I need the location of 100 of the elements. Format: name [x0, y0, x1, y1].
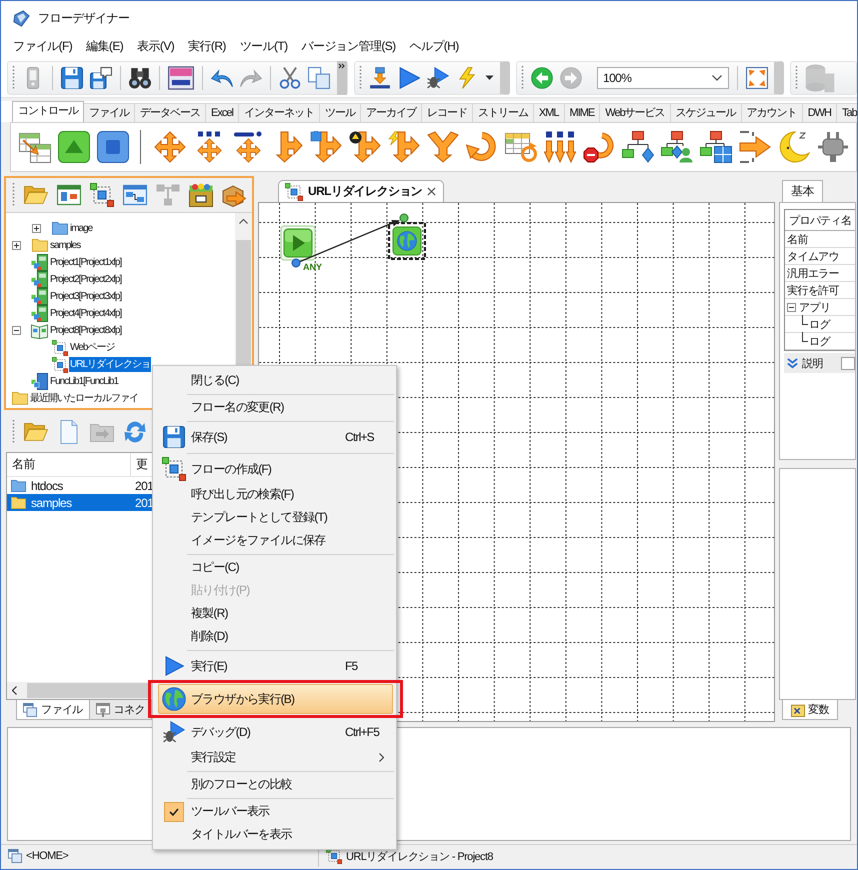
- open-folder-icon[interactable]: [24, 183, 48, 207]
- four-way-arrow-bar-icon[interactable]: [232, 131, 264, 163]
- table-loop-icon[interactable]: [505, 131, 537, 163]
- grip-icon[interactable]: [359, 66, 362, 90]
- description-field[interactable]: [841, 356, 855, 370]
- fit-screen-icon[interactable]: [746, 66, 768, 88]
- merge-arrow-icon[interactable]: [427, 131, 459, 163]
- palette-tab[interactable]: アーカイブ: [360, 103, 422, 122]
- collapse-icon[interactable]: [12, 326, 21, 335]
- flow-icon[interactable]: [90, 183, 114, 207]
- diagram-window-icon[interactable]: [123, 183, 147, 207]
- grip-icon[interactable]: [12, 183, 15, 207]
- tree-diagram-icon[interactable]: [622, 131, 654, 163]
- description-bar[interactable]: 説明: [784, 353, 855, 373]
- tree-item[interactable]: Project3[Project3xfp]: [49, 289, 122, 304]
- four-way-arrow-icon[interactable]: [154, 131, 186, 163]
- output-port-icon[interactable]: [292, 258, 300, 268]
- panel-layout-icon[interactable]: [57, 183, 81, 207]
- tree-user-icon[interactable]: [661, 131, 693, 163]
- palette-tab[interactable]: スケジュール: [670, 103, 742, 122]
- tree-item[interactable]: image: [69, 221, 94, 236]
- palette-tab[interactable]: アカウント: [740, 103, 803, 122]
- start-node[interactable]: [279, 224, 317, 262]
- grip-icon[interactable]: [795, 66, 798, 90]
- caret-icon[interactable]: [485, 74, 494, 80]
- tree-grid-icon[interactable]: [700, 131, 732, 163]
- menu-item[interactable]: 別のフローとの比較: [158, 773, 393, 796]
- tree-item[interactable]: Project1[Project1xfp]: [49, 255, 122, 270]
- undo-icon[interactable]: [211, 66, 233, 88]
- right-arrow-icon[interactable]: [739, 131, 771, 163]
- menu-bar-item[interactable]: ファイル(F): [6, 36, 80, 57]
- close-icon[interactable]: [427, 187, 436, 196]
- collapse-chevron-icon[interactable]: [787, 358, 798, 368]
- split-arrow-lightning-icon[interactable]: [388, 131, 420, 163]
- triple-down-arrow-icon[interactable]: [544, 131, 576, 163]
- menu-bar-item[interactable]: 実行(R): [181, 36, 233, 57]
- back-icon[interactable]: [531, 66, 553, 88]
- palette-tab[interactable]: ストリーム: [472, 103, 534, 122]
- split-arrow-triangle-icon[interactable]: [349, 131, 381, 163]
- moon-icon[interactable]: [778, 131, 810, 163]
- table-mapping-icon[interactable]: [19, 131, 51, 163]
- palette-tab[interactable]: ファイル: [83, 103, 135, 122]
- menu-bar-item[interactable]: バージョン管理(S): [294, 36, 403, 57]
- scissors-icon[interactable]: [279, 66, 301, 88]
- chest-icon[interactable]: [189, 183, 213, 207]
- globe-node[interactable]: [388, 222, 426, 260]
- stop-icon[interactable]: [97, 131, 129, 163]
- menu-bar-item[interactable]: 表示(V): [130, 36, 182, 57]
- box-export-icon[interactable]: [222, 183, 246, 207]
- save-icon[interactable]: [61, 66, 83, 88]
- palette-tab[interactable]: データベース: [134, 103, 206, 122]
- download-icon[interactable]: [369, 66, 391, 88]
- panel-tab[interactable]: 変数: [782, 700, 838, 720]
- menu-item[interactable]: タイトルバーを表示: [158, 823, 393, 846]
- tree-item[interactable]: URLリダイレクショ: [69, 357, 152, 372]
- tree-item[interactable]: FuncLib1[FuncLib1: [49, 374, 120, 389]
- split-arrow-tile-icon[interactable]: [310, 131, 342, 163]
- palette-tab[interactable]: Tab: [836, 103, 857, 122]
- palette-tab[interactable]: Excel: [205, 103, 239, 122]
- column-header[interactable]: 名前: [7, 453, 131, 476]
- open-folder-icon[interactable]: [24, 420, 48, 444]
- overflow-chevron-icon[interactable]: [337, 60, 347, 94]
- tree-item[interactable]: 最近開いたローカルファイ: [29, 391, 139, 406]
- editor-tab[interactable]: URLリダイレクション: [278, 180, 444, 202]
- expand-icon[interactable]: [32, 224, 41, 233]
- play-icon[interactable]: [398, 66, 420, 88]
- scroll-left-icon[interactable]: [12, 686, 17, 695]
- panel-tab[interactable]: 基本: [782, 180, 823, 202]
- collapse-icon[interactable]: [787, 302, 796, 312]
- palette-tab[interactable]: インターネット: [238, 103, 320, 122]
- menu-item[interactable]: 実行設定: [158, 746, 393, 769]
- menu-bar-item[interactable]: 編集(E): [79, 36, 130, 57]
- tree-item[interactable]: Project2[Project2xfp]: [49, 272, 122, 287]
- menu-bar-item[interactable]: ヘルプ(H): [402, 36, 466, 57]
- menu-bar-item[interactable]: ツール(T): [232, 36, 295, 57]
- palette-tab[interactable]: レコード: [420, 103, 473, 122]
- grip-icon[interactable]: [12, 66, 15, 90]
- palette-tab[interactable]: XML: [532, 103, 565, 122]
- refresh-icon[interactable]: [123, 420, 147, 444]
- grip-icon[interactable]: [12, 420, 15, 444]
- menu-item[interactable]: ブラウザから実行(B): [158, 684, 393, 714]
- tree-item[interactable]: samples: [49, 238, 82, 253]
- palette-tab[interactable]: ツール: [318, 103, 361, 122]
- save-comment-icon[interactable]: [90, 66, 112, 88]
- zoom-field[interactable]: 100%: [597, 66, 729, 88]
- plug-icon[interactable]: [817, 131, 849, 163]
- menu-item[interactable]: ツールバー表示: [158, 800, 393, 823]
- palette-tab[interactable]: コントロール: [12, 101, 84, 122]
- copy-icon[interactable]: [308, 66, 330, 88]
- loop-arrow-icon[interactable]: [466, 131, 498, 163]
- panel-tab[interactable]: コネク: [88, 700, 152, 720]
- tree-item[interactable]: Project4[Project4xfp]: [49, 306, 122, 321]
- expand-icon[interactable]: [12, 241, 21, 250]
- window-icon[interactable]: [168, 64, 194, 90]
- tree-item[interactable]: Webページ: [69, 340, 116, 355]
- palette-tab[interactable]: Webサービス: [599, 103, 671, 122]
- stop-loop-icon[interactable]: [583, 131, 615, 163]
- binoculars-icon[interactable]: [129, 66, 151, 88]
- tree-item[interactable]: Project8[Project8xfp]: [49, 323, 122, 338]
- bug-play-icon[interactable]: [427, 66, 449, 88]
